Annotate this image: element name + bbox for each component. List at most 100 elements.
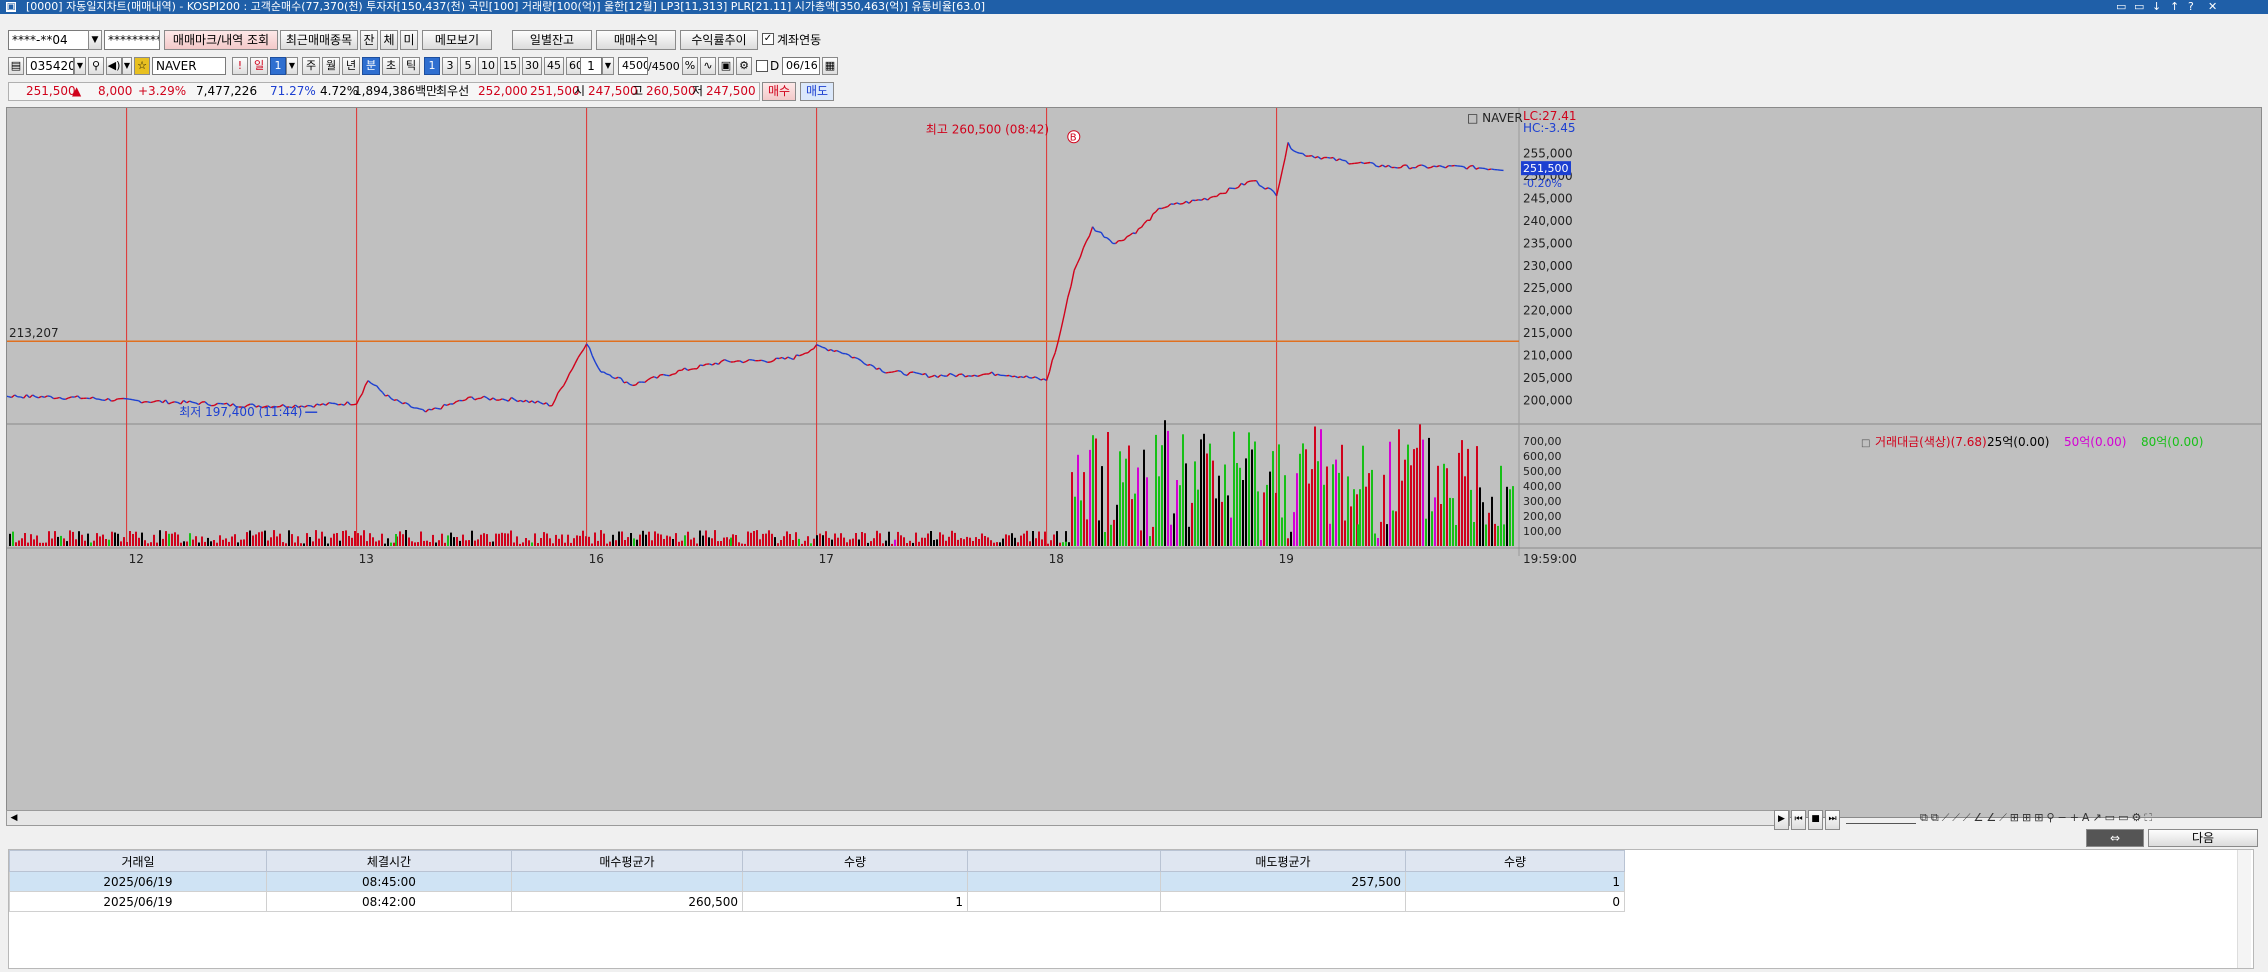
- arrow-down-icon[interactable]: ↓: [2152, 0, 2161, 14]
- stock-name-field[interactable]: NAVER: [152, 57, 226, 75]
- sell-button[interactable]: 매도: [800, 82, 834, 101]
- password-field[interactable]: *********: [104, 30, 160, 50]
- period-minute-button[interactable]: 분: [362, 57, 380, 75]
- close-icon[interactable]: ✕: [2208, 0, 2217, 14]
- volume-legend-box: □: [1861, 438, 1870, 449]
- percent-icon[interactable]: %: [682, 57, 698, 75]
- stock-code-input[interactable]: 035420: [26, 57, 74, 75]
- play-icon[interactable]: ▶: [1774, 810, 1789, 830]
- search-icon[interactable]: ⚲: [88, 57, 104, 75]
- save-icon[interactable]: ▣: [718, 57, 734, 75]
- price-segment: [916, 372, 920, 375]
- interval-45-button[interactable]: 45: [544, 57, 564, 75]
- daily-balance-button[interactable]: 일별잔고: [512, 30, 592, 50]
- interval-custom-input[interactable]: 1: [580, 57, 602, 75]
- period-month-button[interactable]: 월: [322, 57, 340, 75]
- nav-icon-button[interactable]: ⇔: [2086, 829, 2144, 847]
- table-scrollbar[interactable]: [2237, 850, 2251, 968]
- period-day-count[interactable]: 1: [270, 57, 286, 75]
- trade-mark-query-button[interactable]: 매매마크/내역 조회: [164, 30, 278, 50]
- table-row[interactable]: 2025/06/19 08:42:00 260,500 1 0: [9, 891, 1625, 912]
- interval-3-button[interactable]: 3: [442, 57, 458, 75]
- help-icon[interactable]: ?: [2188, 0, 2194, 14]
- price-segment: [876, 367, 880, 370]
- alert-button[interactable]: !: [232, 57, 248, 75]
- header-sell-avg[interactable]: 매도평균가: [1160, 850, 1406, 872]
- price-segment: [1436, 165, 1440, 168]
- table-row[interactable]: 2025/06/19 08:45:00 257,500 1: [9, 871, 1625, 892]
- chart-canvas[interactable]: 213,207 200,000 205,000 210,000 215,000 220,0…: [0, 108, 2263, 819]
- rewind-icon[interactable]: ⏮: [1791, 810, 1806, 830]
- speaker-dropdown-icon[interactable]: ▼: [122, 57, 132, 75]
- period-year-button[interactable]: 년: [342, 57, 360, 75]
- volume-bar: [579, 535, 581, 546]
- volume-bar: [759, 539, 761, 546]
- memo-button[interactable]: 메모보기: [422, 30, 492, 50]
- drawing-tools[interactable]: ⧉⧉⟋⟋⟋∠∠⟋⊞⊞⊞⚲−+A↗▭▭⚙⛶: [1920, 810, 2264, 826]
- period-day-button[interactable]: 일: [250, 57, 268, 75]
- interval-5-button[interactable]: 5: [460, 57, 476, 75]
- interval-30-button[interactable]: 30: [522, 57, 542, 75]
- executed-button[interactable]: 체: [380, 30, 398, 50]
- arrow-up-icon[interactable]: ↑: [2170, 0, 2179, 14]
- restore-icon[interactable]: ▭: [2116, 0, 2126, 14]
- price-segment: [854, 356, 859, 360]
- stop-icon[interactable]: ■: [1808, 810, 1823, 830]
- forward-icon[interactable]: ⏭: [1825, 810, 1840, 830]
- x-day-label: 16: [589, 552, 604, 566]
- price-segment: [684, 367, 689, 371]
- price-segment: [1433, 165, 1437, 168]
- period-tick-button[interactable]: 틱: [402, 57, 420, 75]
- interval-dropdown-icon[interactable]: ▼: [602, 57, 614, 75]
- volume-bar: [477, 539, 479, 546]
- next-button[interactable]: 다음: [2148, 829, 2258, 847]
- volume-bar: [228, 541, 230, 546]
- window-icon-2[interactable]: ▭: [2134, 0, 2144, 14]
- price-segment: [1121, 239, 1125, 242]
- header-buy-avg[interactable]: 매수평균가: [511, 850, 743, 872]
- profit-trend-button[interactable]: 수익률추이: [680, 30, 758, 50]
- volume-bar: [1233, 431, 1235, 546]
- data-count-input[interactable]: 4500: [618, 57, 648, 75]
- recent-trade-button[interactable]: 최근매매종목: [280, 30, 358, 50]
- favorite-icon[interactable]: ☆: [134, 57, 150, 75]
- header-sell-qty[interactable]: 수량: [1405, 850, 1625, 872]
- account-dropdown-icon[interactable]: ▼: [88, 30, 102, 50]
- wave-icon[interactable]: ∿: [700, 57, 716, 75]
- volume-bar: [504, 533, 506, 546]
- zoom-slider[interactable]: [1846, 812, 1916, 824]
- interval-1-button[interactable]: 1: [424, 57, 440, 75]
- calendar-icon[interactable]: ▦: [822, 57, 838, 75]
- date-checkbox[interactable]: [756, 60, 768, 72]
- unexecuted-button[interactable]: 미: [400, 30, 418, 50]
- trade-profit-button[interactable]: 매매수익: [596, 30, 676, 50]
- header-exec-time[interactable]: 체결시간: [266, 850, 512, 872]
- price-segment: [480, 395, 485, 399]
- interval-10-button[interactable]: 10: [478, 57, 498, 75]
- scroll-left-icon[interactable]: ◀: [7, 811, 21, 825]
- speaker-icon[interactable]: ◀): [106, 57, 122, 75]
- account-link-checkbox[interactable]: ✓: [762, 33, 774, 45]
- window-icon[interactable]: ▣: [6, 2, 16, 12]
- day-count-dropdown-icon[interactable]: ▼: [286, 57, 298, 75]
- buy-button[interactable]: 매수: [762, 82, 796, 101]
- gear-icon[interactable]: ⚙: [736, 57, 752, 75]
- balance-button[interactable]: 잔: [360, 30, 378, 50]
- scroll-controls: ▶ ⏮ ■ ⏭: [1774, 810, 1840, 830]
- header-trade-date[interactable]: 거래일: [9, 850, 267, 872]
- interval-15-button[interactable]: 15: [500, 57, 520, 75]
- account-select[interactable]: ****-**04: [8, 30, 90, 50]
- period-second-button[interactable]: 초: [382, 57, 400, 75]
- header-buy-qty[interactable]: 수량: [742, 850, 968, 872]
- volume-bar: [615, 540, 617, 546]
- chart-scrollbar[interactable]: ◀: [6, 810, 1790, 826]
- chart-area[interactable]: 213,207 200,000 205,000 210,000 215,000 220,0…: [0, 107, 2263, 819]
- volume-bar: [990, 540, 992, 546]
- code-dropdown-icon[interactable]: ▼: [74, 57, 86, 75]
- period-week-button[interactable]: 주: [302, 57, 320, 75]
- volume-spike: [730, 537, 732, 546]
- date-input[interactable]: 06/16: [782, 57, 820, 75]
- price-segment: [65, 397, 69, 400]
- price-segment: [1261, 186, 1266, 190]
- code-list-icon[interactable]: ▤: [8, 57, 24, 75]
